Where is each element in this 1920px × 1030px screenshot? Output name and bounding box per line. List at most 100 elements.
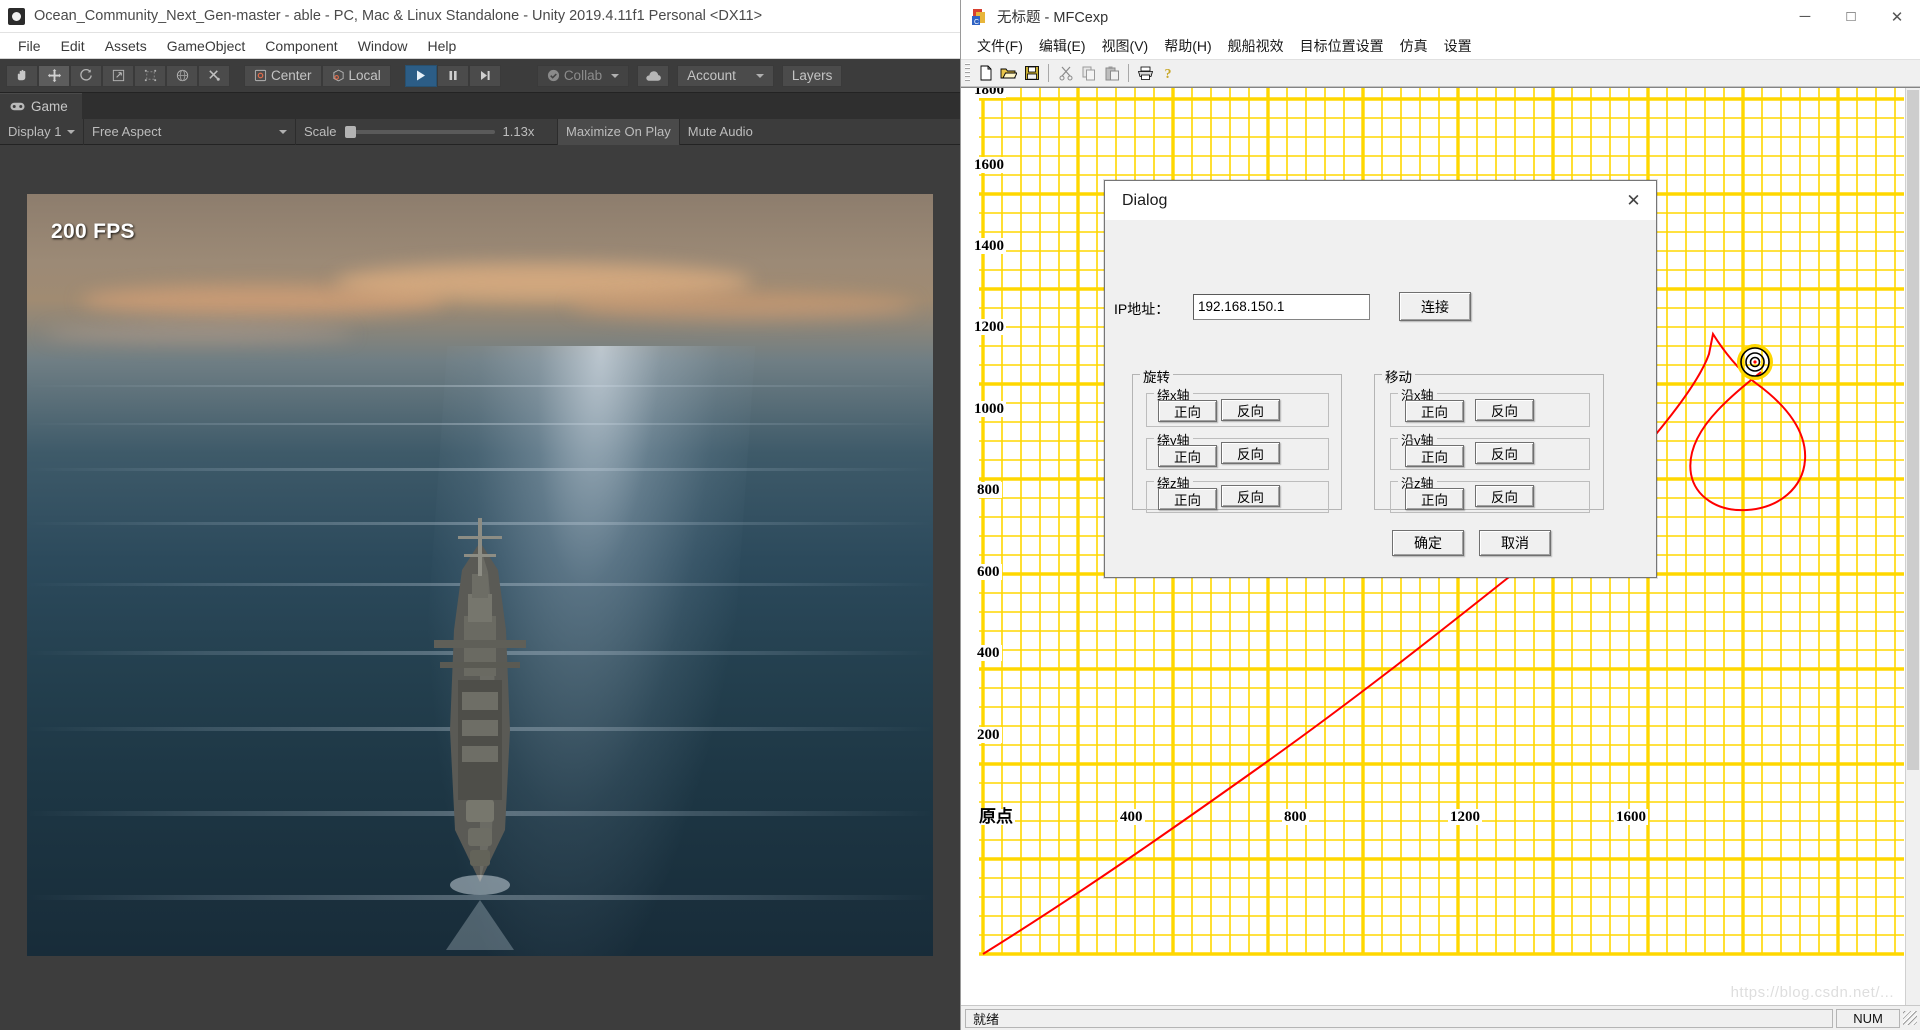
resize-grip[interactable]	[1903, 1011, 1917, 1025]
play-icon	[416, 70, 425, 81]
connect-button[interactable]: 连接	[1399, 292, 1471, 321]
scale-slider-group[interactable]: Scale 1.13x	[296, 118, 558, 145]
scale-slider[interactable]	[344, 125, 495, 138]
y-tick-1800: 1800	[972, 88, 1006, 98]
svg-text:?: ?	[1164, 67, 1171, 81]
move-tool-button[interactable]	[38, 64, 70, 87]
mute-audio-toggle[interactable]: Mute Audio	[680, 119, 761, 145]
cut-scissors-icon[interactable]	[1054, 62, 1077, 85]
pivot-toggle-button[interactable]: Center	[244, 64, 322, 87]
movement-y-forward-button[interactable]: 正向	[1405, 445, 1464, 467]
menu-ship-view[interactable]: 舰船视效	[1220, 33, 1292, 59]
y-tick-1200: 1200	[972, 319, 1006, 335]
maximize-on-play-toggle[interactable]: Maximize On Play	[558, 118, 680, 145]
space-toggle-button[interactable]: Local	[321, 64, 391, 87]
layers-button[interactable]: Layers	[781, 64, 843, 87]
tab-game[interactable]: Game	[0, 93, 82, 119]
help-question-icon[interactable]: ?	[1157, 62, 1180, 85]
maximize-button[interactable]: □	[1828, 0, 1874, 33]
dialog-close-button[interactable]: ✕	[1611, 181, 1656, 220]
menu-window[interactable]: Window	[348, 36, 418, 56]
menu-target-position[interactable]: 目标位置设置	[1292, 33, 1392, 59]
unity-window-title: Ocean_Community_Next_Gen-master - able -…	[34, 8, 763, 24]
movement-z-forward-button[interactable]: 正向	[1405, 488, 1464, 510]
unity-icon	[8, 7, 25, 25]
close-button[interactable]: ✕	[1874, 0, 1920, 33]
play-button[interactable]	[404, 64, 437, 87]
movement-y-reverse-button[interactable]: 反向	[1475, 442, 1534, 464]
ip-address-input[interactable]: 192.168.150.1	[1193, 294, 1370, 320]
unity-toolbar: Center Local Collab Account Layers	[0, 59, 960, 93]
rotation-y-group: 绕y轴 正向 反向	[1146, 430, 1329, 470]
new-document-icon[interactable]	[974, 62, 997, 85]
game-render-canvas[interactable]: 200 FPS	[27, 194, 933, 956]
account-button[interactable]: Account	[677, 64, 774, 87]
scale-tool-button[interactable]	[102, 64, 134, 87]
step-icon	[480, 71, 490, 80]
hand-tool-button[interactable]	[6, 64, 38, 87]
rotation-x-forward-button[interactable]: 正向	[1158, 400, 1217, 422]
print-icon[interactable]	[1134, 62, 1157, 85]
movement-x-reverse-button[interactable]: 反向	[1475, 399, 1534, 421]
menu-component[interactable]: Component	[255, 36, 347, 56]
rotation-y-reverse-button[interactable]: 反向	[1221, 442, 1280, 464]
open-folder-icon[interactable]	[997, 62, 1020, 85]
display-dropdown[interactable]: Display 1	[0, 118, 84, 145]
x-tick-1600: 1600	[1614, 809, 1648, 825]
aspect-dropdown[interactable]: Free Aspect	[84, 118, 296, 145]
svg-text:C: C	[974, 19, 979, 26]
save-disk-icon[interactable]	[1020, 62, 1043, 85]
menu-file[interactable]: 文件(F)	[969, 33, 1031, 59]
rotation-x-reverse-button[interactable]: 反向	[1221, 399, 1280, 421]
rotation-y-forward-button[interactable]: 正向	[1158, 445, 1217, 467]
control-dialog: Dialog ✕ IP地址： 192.168.150.1 连接 旋转 绕x轴 正…	[1104, 180, 1657, 578]
cloud-button[interactable]	[637, 64, 670, 87]
menu-file[interactable]: File	[8, 36, 51, 56]
step-button[interactable]	[468, 64, 501, 87]
chevron-down-icon	[67, 129, 75, 134]
chevron-down-icon	[279, 129, 287, 134]
menu-edit[interactable]: 编辑(E)	[1031, 33, 1094, 59]
unity-menubar: File Edit Assets GameObject Component Wi…	[0, 33, 960, 59]
toolbar-grip[interactable]	[965, 63, 970, 83]
vertical-scrollbar[interactable]	[1905, 88, 1920, 1005]
ok-button[interactable]: 确定	[1392, 530, 1464, 556]
mfc-window-controls: ─ □ ✕	[1782, 0, 1920, 33]
collab-button[interactable]: Collab	[536, 64, 630, 87]
rotation-z-reverse-button[interactable]: 反向	[1221, 485, 1280, 507]
scale-label: Scale	[304, 124, 337, 139]
copy-icon[interactable]	[1077, 62, 1100, 85]
menu-gameobject[interactable]: GameObject	[157, 36, 256, 56]
chevron-down-icon	[755, 73, 764, 78]
y-tick-1400: 1400	[972, 238, 1006, 254]
pause-button[interactable]	[436, 64, 469, 87]
transform-tool-button[interactable]	[166, 64, 198, 87]
movement-group-title: 移动	[1382, 366, 1415, 386]
menu-help[interactable]: 帮助(H)	[1156, 33, 1219, 59]
rotate-tool-button[interactable]	[70, 64, 102, 87]
movement-z-reverse-button[interactable]: 反向	[1475, 485, 1534, 507]
menu-view[interactable]: 视图(V)	[1094, 33, 1157, 59]
rotation-z-forward-button[interactable]: 正向	[1158, 488, 1217, 510]
pivot-icon	[254, 69, 267, 82]
menu-assets[interactable]: Assets	[95, 36, 157, 56]
scale-slider-knob[interactable]	[344, 125, 356, 138]
mfc-toolbar: ?	[961, 60, 1920, 87]
custom-tool-button[interactable]	[198, 64, 230, 87]
paste-icon[interactable]	[1100, 62, 1123, 85]
scrollbar-thumb[interactable]	[1907, 90, 1919, 770]
rect-tool-button[interactable]	[134, 64, 166, 87]
movement-x-forward-button[interactable]: 正向	[1405, 400, 1464, 422]
chevron-down-icon	[611, 73, 620, 78]
gamepad-icon	[10, 102, 25, 111]
dialog-titlebar: Dialog ✕	[1105, 181, 1656, 220]
minimize-button[interactable]: ─	[1782, 0, 1828, 33]
cancel-button[interactable]: 取消	[1479, 530, 1551, 556]
game-view[interactable]: 200 FPS	[0, 145, 960, 1030]
x-origin-label: 原点	[977, 807, 1015, 826]
wave-line	[27, 422, 933, 425]
menu-simulation[interactable]: 仿真	[1392, 33, 1436, 59]
menu-settings[interactable]: 设置	[1436, 33, 1480, 59]
menu-edit[interactable]: Edit	[51, 36, 95, 56]
menu-help[interactable]: Help	[417, 36, 466, 56]
